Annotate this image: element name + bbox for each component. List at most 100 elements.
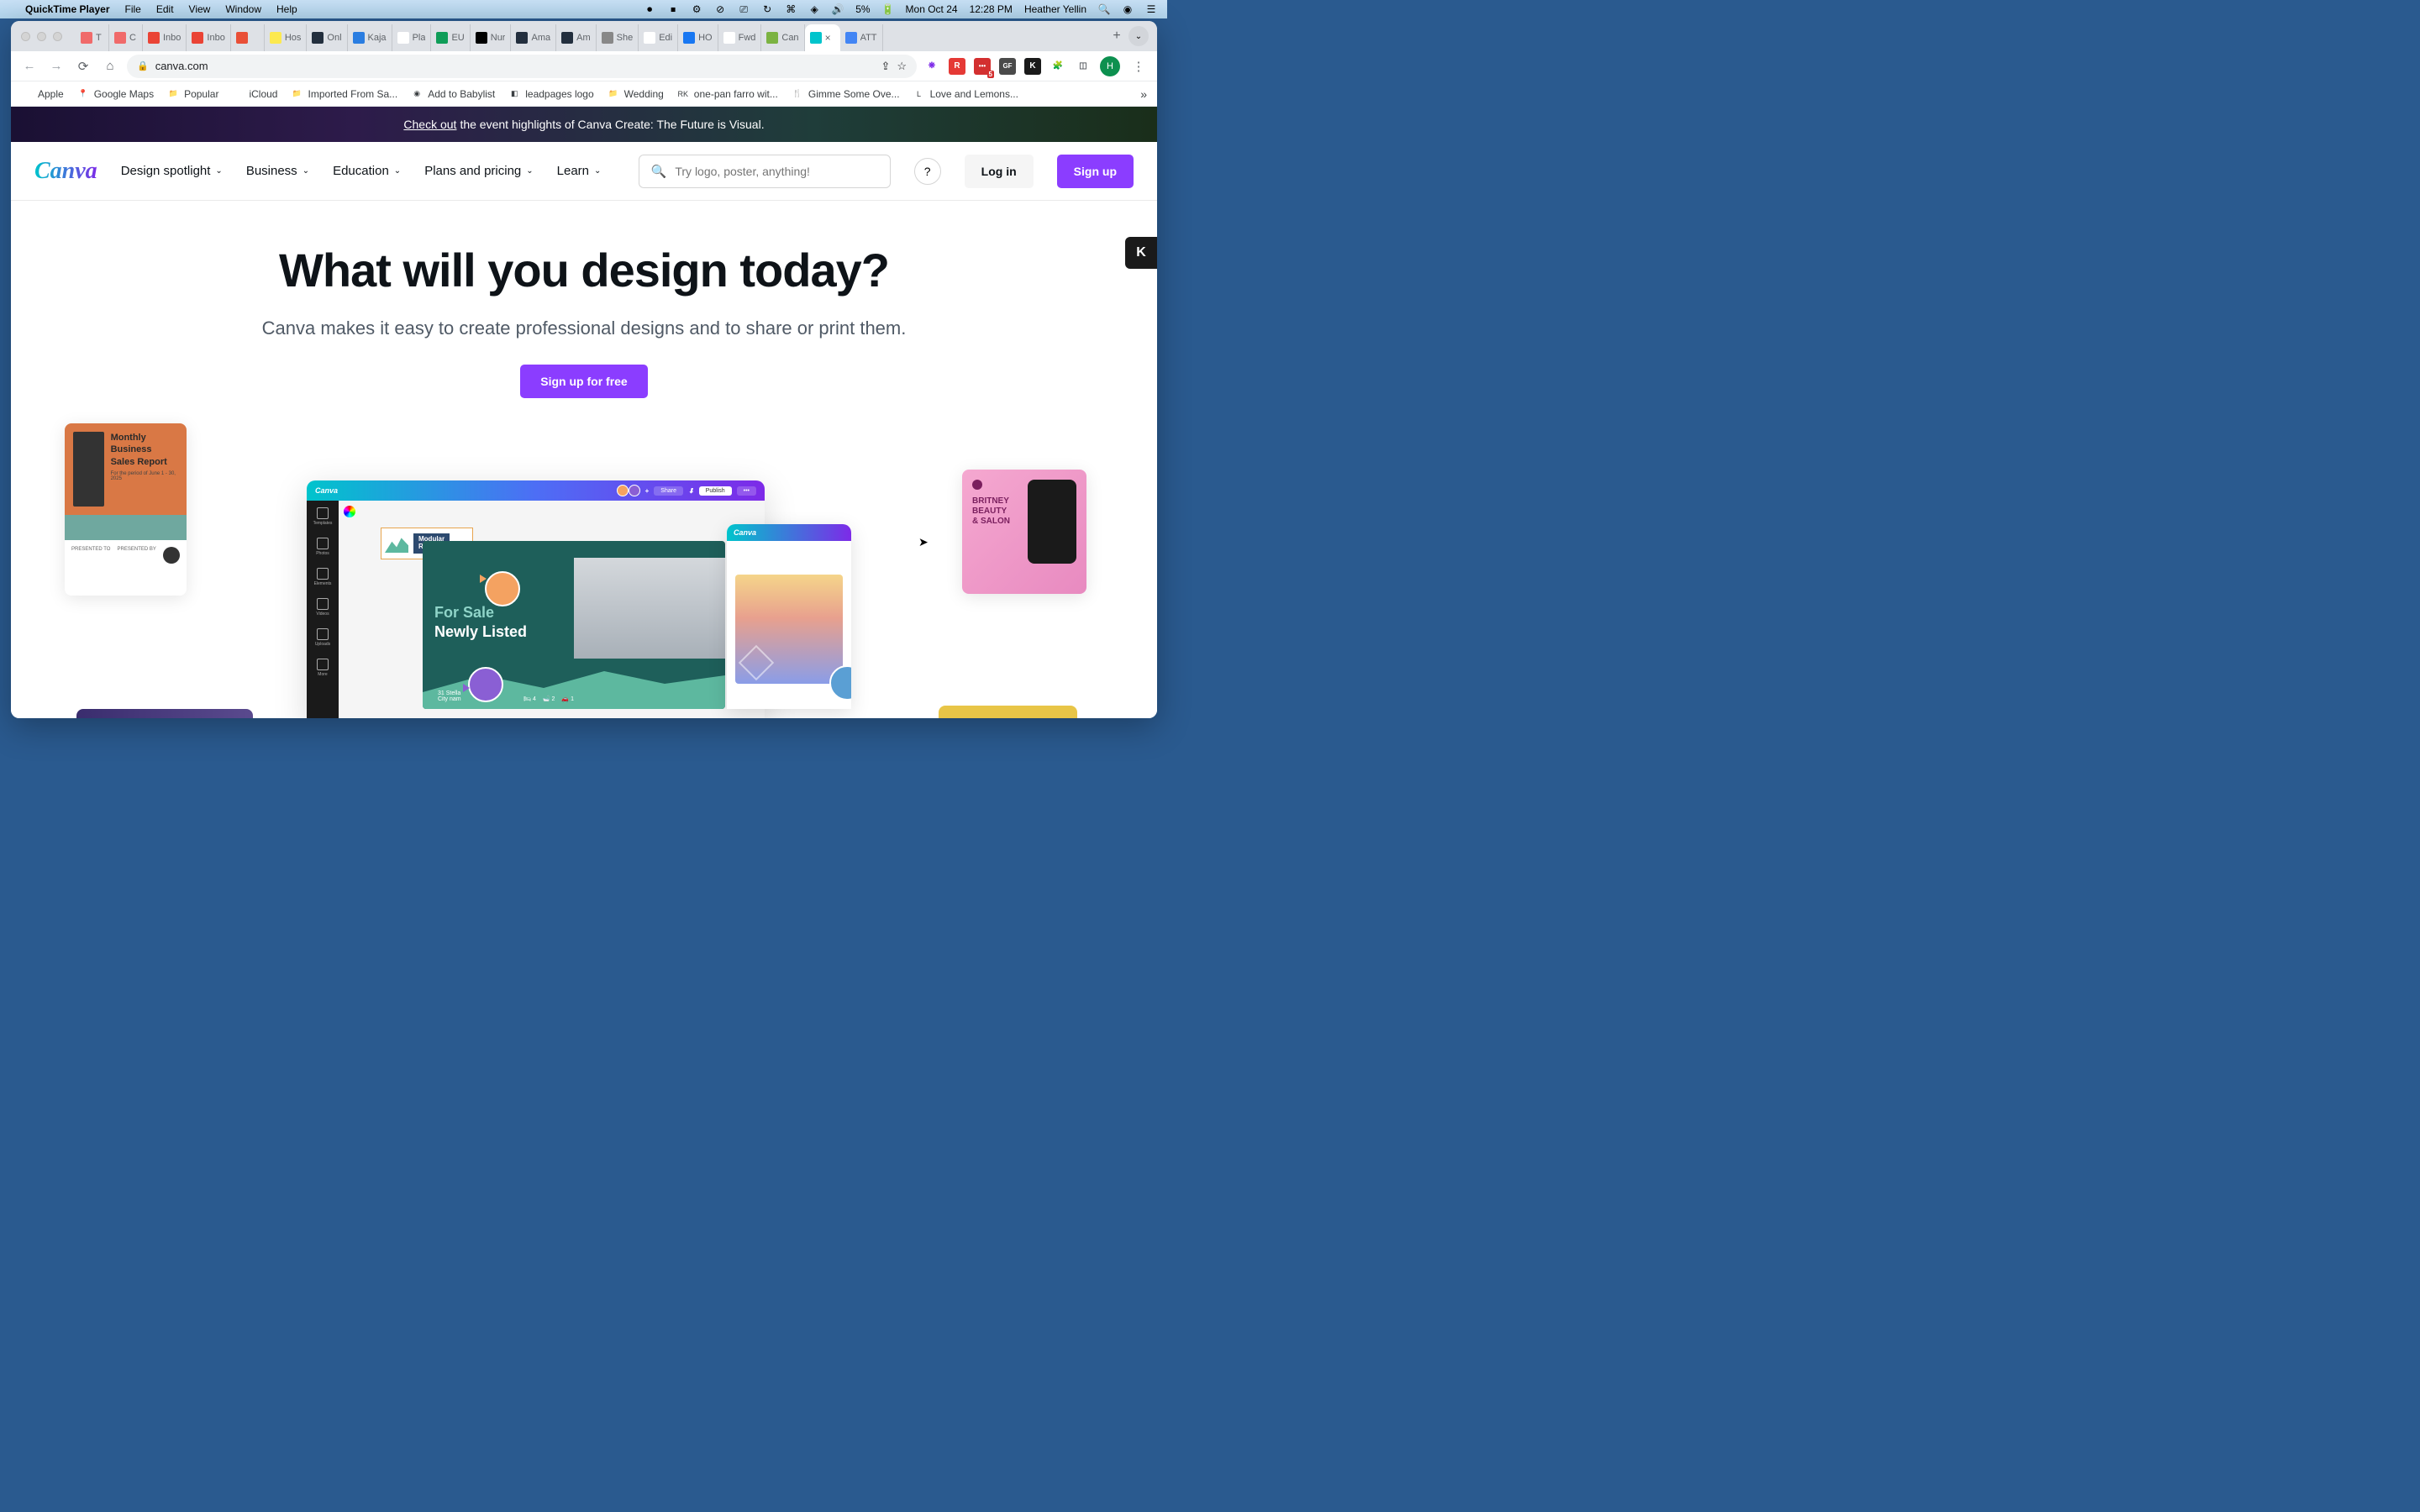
bluetooth-icon[interactable]: ⌘ <box>785 3 797 15</box>
record-icon[interactable]: ⏺ <box>644 3 655 15</box>
browser-tab[interactable]: Ama <box>511 24 556 51</box>
bookmark-item[interactable]: ◧leadpages logo <box>508 88 593 100</box>
browser-tab[interactable]: Onl <box>307 24 347 51</box>
extension-icon-1[interactable]: ❋ <box>923 58 940 75</box>
minimize-window-button[interactable] <box>37 32 46 41</box>
browser-tab[interactable]: Can <box>761 24 804 51</box>
extension-icon-k[interactable]: K <box>1024 58 1041 75</box>
signup-free-button[interactable]: Sign up for free <box>520 365 647 398</box>
browser-tab[interactable]: She <box>597 24 639 51</box>
menu-help[interactable]: Help <box>276 3 297 15</box>
browser-tab[interactable]: HO <box>678 24 718 51</box>
search-box[interactable]: 🔍 <box>639 155 891 188</box>
browser-tab[interactable]: Inbo <box>143 24 187 51</box>
forward-button[interactable]: → <box>46 56 66 76</box>
maximize-window-button[interactable] <box>53 32 62 41</box>
siri-icon[interactable]: ◉ <box>1122 3 1134 15</box>
nav-learn[interactable]: Learn⌄ <box>557 164 602 178</box>
menu-edit[interactable]: Edit <box>156 3 174 15</box>
wifi-icon[interactable]: ◈ <box>808 3 820 15</box>
browser-tab[interactable]: Am <box>556 24 597 51</box>
close-tab-icon[interactable]: × <box>825 32 835 44</box>
bookmark-item[interactable]: LLove and Lemons... <box>913 88 1018 100</box>
template-card-partial[interactable] <box>939 706 1077 718</box>
stop-icon[interactable]: ⏹ <box>667 3 679 15</box>
signup-button[interactable]: Sign up <box>1057 155 1134 188</box>
browser-tab[interactable]: ATT <box>840 24 883 51</box>
profile-button[interactable]: H <box>1100 56 1120 76</box>
bookmark-item[interactable]: iCloud <box>232 88 277 100</box>
app-name[interactable]: QuickTime Player <box>25 3 110 15</box>
bookmark-item[interactable]: Apple <box>21 88 64 100</box>
bookmark-item[interactable]: 📁Imported From Sa... <box>291 88 397 100</box>
sidebar-item-label: More <box>318 672 327 677</box>
dnd-icon[interactable]: ⊘ <box>714 3 726 15</box>
battery-percent[interactable]: 5% <box>855 3 870 15</box>
reload-button[interactable]: ⟳ <box>73 56 93 76</box>
display-icon[interactable]: ⎚ <box>738 3 750 15</box>
bookmark-item[interactable]: RKone-pan farro wit... <box>677 88 778 100</box>
chrome-menu-button[interactable]: ⋮ <box>1128 56 1149 76</box>
browser-tab[interactable]: Pla <box>392 24 432 51</box>
browser-tab[interactable]: C <box>109 24 143 51</box>
nav-education[interactable]: Education⌄ <box>333 164 401 178</box>
bookmark-item[interactable]: 📁Wedding <box>608 88 664 100</box>
extension-icon-lastpass[interactable]: •••5 <box>974 58 991 75</box>
bookmarks-overflow-button[interactable]: » <box>1140 87 1147 101</box>
tab-favicon-icon <box>561 32 573 44</box>
bookmark-item[interactable]: ◉Add to Babylist <box>411 88 495 100</box>
help-button[interactable]: ? <box>914 158 941 185</box>
menu-file[interactable]: File <box>125 3 141 15</box>
extensions-button[interactable]: 🧩 <box>1050 58 1066 75</box>
menu-window[interactable]: Window <box>225 3 261 15</box>
extension-icon-rakuten[interactable]: R <box>949 58 965 75</box>
back-button[interactable]: ← <box>19 56 39 76</box>
browser-tab[interactable]: T <box>76 24 109 51</box>
menubar-date[interactable]: Mon Oct 24 <box>906 3 958 15</box>
template-sales-report[interactable]: Monthly Business Sales Report For the pe… <box>65 423 187 596</box>
spotlight-icon[interactable]: 🔍 <box>1098 3 1110 15</box>
battery-icon[interactable]: 🔋 <box>882 3 894 15</box>
bookmark-item[interactable]: 📍Google Maps <box>77 88 154 100</box>
browser-tab[interactable]: Kaja <box>348 24 392 51</box>
menu-view[interactable]: View <box>189 3 211 15</box>
bookmark-star-icon[interactable]: ☆ <box>897 60 907 73</box>
browser-tab[interactable] <box>231 24 265 51</box>
banner-link[interactable]: Check out <box>403 118 456 131</box>
tool-icon[interactable]: ⚙ <box>691 3 702 15</box>
search-input[interactable] <box>675 165 877 178</box>
hexagon-shape-icon <box>739 645 774 680</box>
extension-icon-gf[interactable]: GF <box>999 58 1016 75</box>
new-tab-button[interactable]: + <box>1105 24 1128 48</box>
browser-tab[interactable]: Fwd <box>718 24 762 51</box>
browser-tab[interactable]: Edi <box>639 24 678 51</box>
menubar-user[interactable]: Heather Yellin <box>1024 3 1086 15</box>
share-icon[interactable]: ⇪ <box>881 60 890 73</box>
menubar-time[interactable]: 12:28 PM <box>970 3 1013 15</box>
control-center-icon[interactable]: ☰ <box>1145 3 1157 15</box>
canva-logo[interactable]: Canva <box>34 158 97 185</box>
browser-tab[interactable]: Nur <box>471 24 512 51</box>
template-card-partial[interactable] <box>76 709 253 718</box>
side-widget-button[interactable]: K <box>1125 237 1157 269</box>
tab-favicon-icon <box>766 32 778 44</box>
address-bar[interactable]: 🔒 canva.com ⇪ ☆ <box>127 55 917 78</box>
nav-design-spotlight[interactable]: Design spotlight⌄ <box>121 164 223 178</box>
timemachine-icon[interactable]: ↻ <box>761 3 773 15</box>
bookmark-item[interactable]: 📁Popular <box>167 88 218 100</box>
login-button[interactable]: Log in <box>965 155 1034 188</box>
tabs-dropdown-button[interactable]: ⌄ <box>1128 26 1149 46</box>
browser-tab[interactable]: EU <box>431 24 470 51</box>
announcement-banner[interactable]: Check out the event highlights of Canva … <box>11 107 1157 142</box>
template-beauty-salon[interactable]: BRITNEY BEAUTY & SALON <box>962 470 1086 594</box>
browser-tab[interactable]: Inbo <box>187 24 230 51</box>
close-window-button[interactable] <box>21 32 30 41</box>
browser-tab[interactable]: Hos <box>265 24 308 51</box>
nav-plans[interactable]: Plans and pricing⌄ <box>424 164 533 178</box>
home-button[interactable]: ⌂ <box>100 56 120 76</box>
sidepanel-icon[interactable]: ◫ <box>1075 58 1092 75</box>
browser-tab[interactable]: × <box>805 24 840 51</box>
nav-business[interactable]: Business⌄ <box>246 164 309 178</box>
bookmark-item[interactable]: 🍴Gimme Some Ove... <box>792 88 900 100</box>
volume-icon[interactable]: 🔊 <box>832 3 844 15</box>
